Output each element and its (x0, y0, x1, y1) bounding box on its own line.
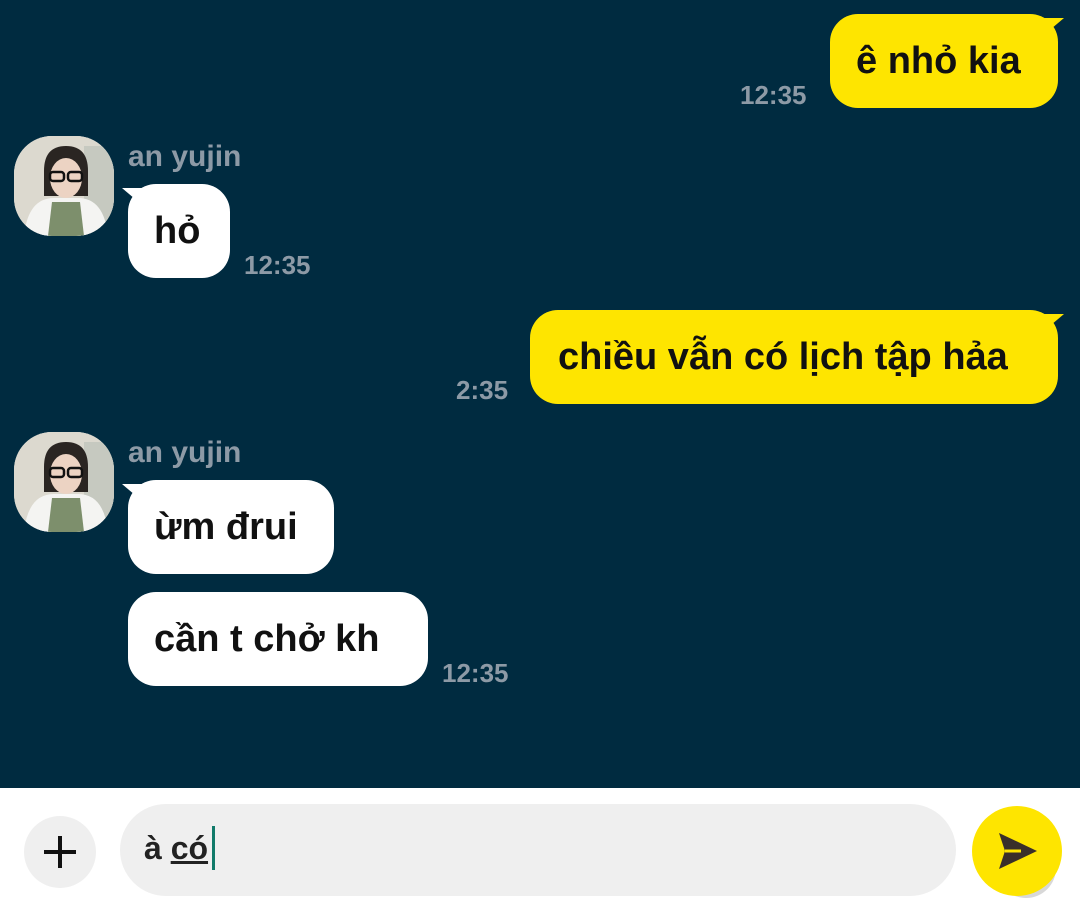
message-input-text[interactable]: à có (144, 832, 208, 864)
message-time: 2:35 (456, 375, 509, 405)
message-text: cần t chở kh (154, 618, 380, 660)
message-time: 12:35 (740, 80, 807, 110)
avatar-photo (14, 432, 114, 532)
message-text: ê nhỏ kia (856, 40, 1021, 82)
avatar[interactable] (14, 432, 114, 532)
message-composer: à có (0, 788, 1080, 906)
sender-name: an yujin (128, 140, 242, 173)
message-time: 12:35 (244, 250, 311, 280)
attach-button[interactable] (24, 816, 96, 888)
bubble-tail (1038, 314, 1064, 336)
outgoing-message[interactable]: ê nhỏ kia (830, 14, 1058, 108)
message-text: chiều vẫn có lịch tập hảa (558, 336, 1008, 378)
plus-icon (44, 836, 76, 868)
chat-area[interactable]: 12:35 ê nhỏ kia an yujin hỏ 12:35 2:35 c… (0, 0, 1080, 788)
incoming-message[interactable]: ừm đrui (128, 480, 334, 574)
outgoing-message[interactable]: chiều vẫn có lịch tập hảa (530, 310, 1058, 404)
message-text: ừm đrui (154, 506, 298, 548)
composing-text: có (170, 830, 209, 866)
bubble-tail (1038, 18, 1064, 40)
text-caret (212, 826, 215, 870)
incoming-message[interactable]: cần t chở kh (128, 592, 428, 686)
avatar-photo (14, 136, 114, 236)
message-text: hỏ (154, 210, 201, 252)
send-button[interactable] (972, 806, 1062, 896)
avatar[interactable] (14, 136, 114, 236)
incoming-message[interactable]: hỏ (128, 184, 230, 278)
sender-name: an yujin (128, 436, 242, 469)
message-input[interactable]: à có (120, 804, 1056, 898)
send-arrow-icon (999, 833, 1037, 869)
message-time: 12:35 (442, 658, 509, 688)
typed-text: à (144, 830, 171, 866)
